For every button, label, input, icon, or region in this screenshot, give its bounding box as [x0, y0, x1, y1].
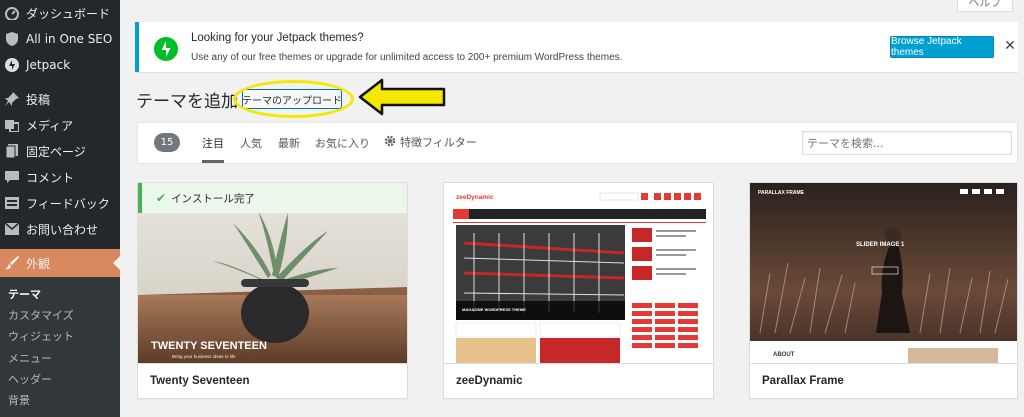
- menu-feedback[interactable]: フィードバック: [0, 189, 120, 217]
- page-title: テーマを追加: [136, 92, 238, 112]
- theme-filter-bar: 15 注目 人気 最新 お気に入り 特徴フィルター: [137, 122, 1018, 164]
- submenu-customize[interactable]: カスタマイズ: [8, 307, 74, 323]
- comment-icon: [0, 170, 24, 184]
- mail-icon: [0, 223, 24, 235]
- theme-name: Twenty Seventeen: [138, 363, 407, 398]
- feature-filter-button[interactable]: 特徴フィルター: [384, 134, 477, 150]
- gear-icon: [384, 135, 396, 150]
- theme-name: Parallax Frame: [750, 363, 1017, 398]
- screenshot-caption: MAGAZINE WORDPRESS THEME: [462, 307, 526, 312]
- feedback-icon: [0, 196, 24, 210]
- installed-badge: ✔ インストール完了: [138, 183, 407, 213]
- admin-sidebar: ダッシュボード All in One SEO Jetpack 投稿 メディア 固…: [0, 0, 120, 417]
- menu-pages[interactable]: 固定ページ: [0, 137, 120, 165]
- theme-screenshot: PARALLAX FRAME SLIDER IMAGE 1 ABOUT: [750, 183, 1017, 363]
- submenu-menus[interactable]: メニュー: [8, 350, 52, 366]
- installed-label: インストール完了: [171, 192, 255, 205]
- check-icon: ✔: [156, 191, 167, 205]
- screenshot-about: ABOUT: [773, 352, 795, 358]
- jetpack-notice: Looking for your Jetpack themes? Use any…: [135, 22, 1018, 72]
- close-icon[interactable]: ✕: [1003, 38, 1017, 54]
- submenu-background[interactable]: 背景: [8, 392, 30, 408]
- dashboard-icon: [0, 6, 24, 20]
- menu-contact[interactable]: お問い合わせ: [0, 215, 120, 243]
- theme-card-zeedynamic[interactable]: zeeDynamic MAGAZINE WORDPRESS THEME zeeD…: [443, 182, 714, 399]
- screenshot-tagline: Bring your business ideas to life: [172, 354, 236, 359]
- theme-screenshot: zeeDynamic MAGAZINE WORDPRESS THEME: [444, 183, 713, 363]
- menu-all-in-one-seo[interactable]: All in One SEO: [0, 25, 120, 53]
- theme-card-twenty-seventeen[interactable]: ✔ インストール完了 TWENTY SEVENTEEN Bring your b…: [137, 182, 408, 399]
- submenu-header[interactable]: ヘッダー: [8, 371, 52, 387]
- screenshot-site-title: TWENTY SEVENTEEN: [151, 340, 267, 352]
- tab-latest[interactable]: 最新: [278, 135, 300, 151]
- jetpack-logo-icon: [154, 37, 178, 61]
- shield-icon: [0, 32, 24, 46]
- theme-name: zeeDynamic: [444, 363, 713, 398]
- brush-icon: [0, 256, 24, 270]
- screenshot-slider-title: SLIDER IMAGE 1: [856, 242, 905, 248]
- notice-title: Looking for your Jetpack themes?: [191, 32, 364, 44]
- media-icon: [0, 118, 24, 132]
- highlight-circle: [233, 80, 354, 118]
- tab-featured[interactable]: 注目: [202, 135, 224, 163]
- arrow-left-icon: [358, 78, 446, 116]
- jetpack-icon: [0, 58, 24, 72]
- menu-jetpack[interactable]: Jetpack: [0, 51, 120, 79]
- page-icon: [0, 144, 24, 158]
- screenshot-logo: PARALLAX FRAME: [758, 190, 805, 196]
- theme-search-input[interactable]: [802, 131, 1012, 155]
- submenu-widgets[interactable]: ウィジェット: [8, 328, 74, 344]
- submenu-themes[interactable]: テーマ: [8, 286, 41, 302]
- pin-icon: [0, 92, 24, 106]
- menu-media[interactable]: メディア: [0, 111, 120, 139]
- theme-card-parallax-frame[interactable]: PARALLAX FRAME SLIDER IMAGE 1 ABOUT Para…: [749, 182, 1018, 399]
- menu-appearance[interactable]: 外観: [0, 249, 120, 277]
- tab-favorites[interactable]: お気に入り: [315, 135, 370, 151]
- notice-text: Use any of our free themes or upgrade fo…: [191, 52, 623, 63]
- help-button[interactable]: ヘルプ: [957, 0, 1013, 12]
- menu-posts[interactable]: 投稿: [0, 85, 120, 113]
- appearance-submenu: テーマ カスタマイズ ウィジェット メニュー ヘッダー 背景: [0, 277, 120, 417]
- menu-dashboard[interactable]: ダッシュボード: [0, 0, 120, 27]
- screenshot-logo: zeeDynamic: [456, 194, 494, 201]
- theme-count-badge: 15: [154, 133, 180, 152]
- browse-jetpack-themes-button[interactable]: Browse Jetpack themes: [890, 36, 994, 58]
- tab-popular[interactable]: 人気: [240, 135, 262, 151]
- feature-filter-label: 特徴フィルター: [400, 136, 477, 149]
- menu-comments[interactable]: コメント: [0, 163, 120, 191]
